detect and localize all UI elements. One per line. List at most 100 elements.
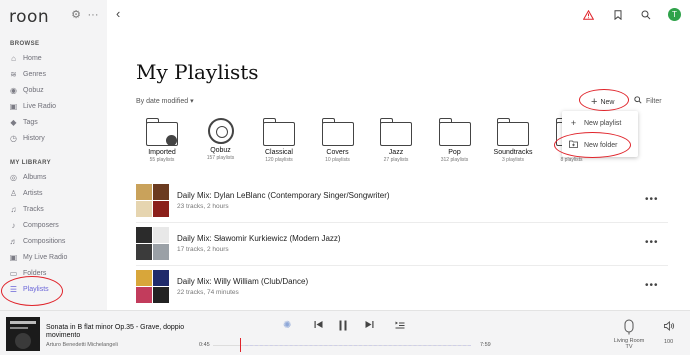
user-avatar[interactable]: T <box>668 8 681 21</box>
next-track-icon[interactable] <box>365 320 374 332</box>
sidebar-item-label: Artists <box>23 190 43 197</box>
folder-tile[interactable]: Imported 55 playlists <box>137 118 187 163</box>
annotation-circle-playlists <box>1 276 63 306</box>
sidebar-item-label: Home <box>23 55 42 62</box>
row-divider <box>136 222 668 223</box>
sidebar-item-composers[interactable]: ♪ Composers <box>9 219 99 232</box>
more-icon[interactable]: ··· <box>86 8 100 22</box>
folder-tile[interactable]: Jazz 27 playlists <box>371 118 421 163</box>
now-playing-title[interactable]: Sonata in B flat minor Op.35 - Grave, do… <box>46 324 196 340</box>
folder-tile[interactable]: Qobuz 157 playlists <box>196 118 246 161</box>
folder-icon <box>438 118 471 146</box>
playlist-title[interactable]: Daily Mix: Sławomir Kurkiewicz (Modern J… <box>177 234 341 243</box>
annotation-circle-new <box>579 89 629 111</box>
folder-name: Classical <box>264 149 293 156</box>
previous-track-icon[interactable] <box>314 320 323 332</box>
playlist-cover-art[interactable] <box>136 227 169 260</box>
folder-count: 27 playlists <box>383 157 409 163</box>
folder-name: Soundtracks <box>493 149 533 156</box>
volume-icon[interactable] <box>664 321 675 334</box>
more-options-icon[interactable]: ••• <box>645 237 659 248</box>
playlist-cover-art[interactable] <box>136 184 169 217</box>
playlist-subtitle: 22 tracks, 74 minutes <box>177 289 239 296</box>
albums-icon: ◎ <box>10 173 17 182</box>
sidebar-item-label: Compositions <box>23 238 66 245</box>
annotation-circle-new-folder <box>554 132 631 158</box>
sidebar-item-compositions[interactable]: ♬ Compositions <box>9 235 99 248</box>
radio-sparkle-icon[interactable]: ✺ <box>283 320 291 331</box>
qobuz-icon <box>207 118 234 144</box>
sidebar: roon ⚙ ··· BROWSE ⌂ Home ≋ Genres ◉ Qobuz ▣ Liv… <box>0 0 107 310</box>
new-playlist-menu-item[interactable]: + New playlist <box>569 118 622 128</box>
settings-gear-icon[interactable]: ⚙ <box>69 8 83 22</box>
now-playing-cover-art[interactable] <box>6 317 40 351</box>
search-icon[interactable] <box>639 8 653 22</box>
sidebar-item-label: Genres <box>23 71 46 78</box>
sidebar-item-label: Live Radio <box>23 103 57 110</box>
more-options-icon[interactable]: ••• <box>645 280 659 291</box>
sidebar-item-label: Tracks <box>23 206 44 213</box>
folder-tile[interactable]: Classical 120 playlists <box>254 118 304 163</box>
sidebar-item-home[interactable]: ⌂ Home <box>9 52 99 65</box>
tag-icon: ◆ <box>10 118 17 127</box>
now-playing-artist[interactable]: Arturo Benedetti Michelangeli <box>46 342 118 348</box>
folder-name: Pop <box>448 149 461 156</box>
sidebar-item-artists[interactable]: ♙ Artists <box>9 187 99 200</box>
queue-icon[interactable] <box>395 320 405 332</box>
pause-icon[interactable] <box>338 320 348 334</box>
sidebar-item-live-radio[interactable]: ▣ Live Radio <box>9 100 99 113</box>
folder-tile[interactable]: Pop 312 playlists <box>430 118 480 163</box>
back-button[interactable]: ‹ <box>116 6 120 21</box>
alert-icon[interactable] <box>581 8 595 22</box>
sidebar-item-my-live-radio[interactable]: ▣ My Live Radio <box>9 251 99 264</box>
qobuz-icon: ◉ <box>10 86 17 95</box>
sidebar-item-label: History <box>23 135 45 142</box>
new-playlist-label: New playlist <box>584 119 622 127</box>
playlist-row[interactable]: Daily Mix: Sławomir Kurkiewicz (Modern J… <box>136 227 666 263</box>
playlist-row[interactable]: Daily Mix: Dylan LeBlanc (Contemporary S… <box>136 184 666 220</box>
playlist-row[interactable]: Daily Mix: Willy William (Club/Dance) 22 … <box>136 270 666 306</box>
folder-icon <box>321 118 354 146</box>
playlist-subtitle: 17 tracks, 2 hours <box>177 246 229 253</box>
sidebar-item-genres[interactable]: ≋ Genres <box>9 68 99 81</box>
sidebar-item-tags[interactable]: ◆ Tags <box>9 116 99 129</box>
compositions-icon: ♬ <box>9 237 18 246</box>
playlist-title[interactable]: Daily Mix: Willy William (Club/Dance) <box>177 277 308 286</box>
folder-icon <box>263 118 295 146</box>
bookmark-icon[interactable] <box>611 8 625 22</box>
folder-count: 120 playlists <box>265 157 293 163</box>
sidebar-item-label: Tags <box>23 119 38 126</box>
seek-waveform <box>245 345 471 346</box>
browse-section-title: BROWSE <box>10 41 40 47</box>
library-section-title: MY LIBRARY <box>10 160 52 166</box>
folder-count: 312 playlists <box>440 157 469 163</box>
home-icon: ⌂ <box>11 54 16 63</box>
folder-name: Jazz <box>388 149 404 156</box>
playlist-title[interactable]: Daily Mix: Dylan LeBlanc (Contemporary S… <box>177 191 390 200</box>
sidebar-item-label: My Live Radio <box>23 254 68 261</box>
radio-icon: ▣ <box>9 102 18 111</box>
sidebar-item-tracks[interactable]: ♫ Tracks <box>9 203 99 216</box>
filter-button[interactable]: Filter <box>634 96 662 106</box>
folders-icon: ▭ <box>9 269 18 278</box>
sidebar-item-qobuz[interactable]: ◉ Qobuz <box>9 84 99 97</box>
roon-logo[interactable]: roon <box>9 7 49 27</box>
folder-icon <box>497 118 529 146</box>
sidebar-item-label: Composers <box>23 222 59 229</box>
seek-playhead[interactable] <box>240 338 241 352</box>
elapsed-time: 0:45 <box>199 342 210 348</box>
roon-app: roon ⚙ ··· BROWSE ⌂ Home ≋ Genres ◉ Qobuz ▣ Liv… <box>0 0 690 355</box>
folder-tile[interactable]: Soundtracks 3 playlists <box>488 118 538 163</box>
folder-icon <box>380 118 412 146</box>
folder-name: Covers <box>326 149 349 156</box>
folder-tile[interactable]: Covers 10 playlists <box>313 118 363 163</box>
sidebar-item-albums[interactable]: ◎ Albums <box>9 171 99 184</box>
zone-name[interactable]: Living Room TV <box>610 338 648 350</box>
zone-speaker-icon[interactable] <box>624 319 634 338</box>
filter-label: Filter <box>646 97 662 105</box>
playlist-cover-art[interactable] <box>136 270 169 303</box>
row-divider <box>136 265 668 266</box>
sidebar-item-history[interactable]: ◷ History <box>9 132 99 145</box>
sort-dropdown[interactable]: By date modified ▾ <box>136 97 194 105</box>
more-options-icon[interactable]: ••• <box>645 194 659 205</box>
